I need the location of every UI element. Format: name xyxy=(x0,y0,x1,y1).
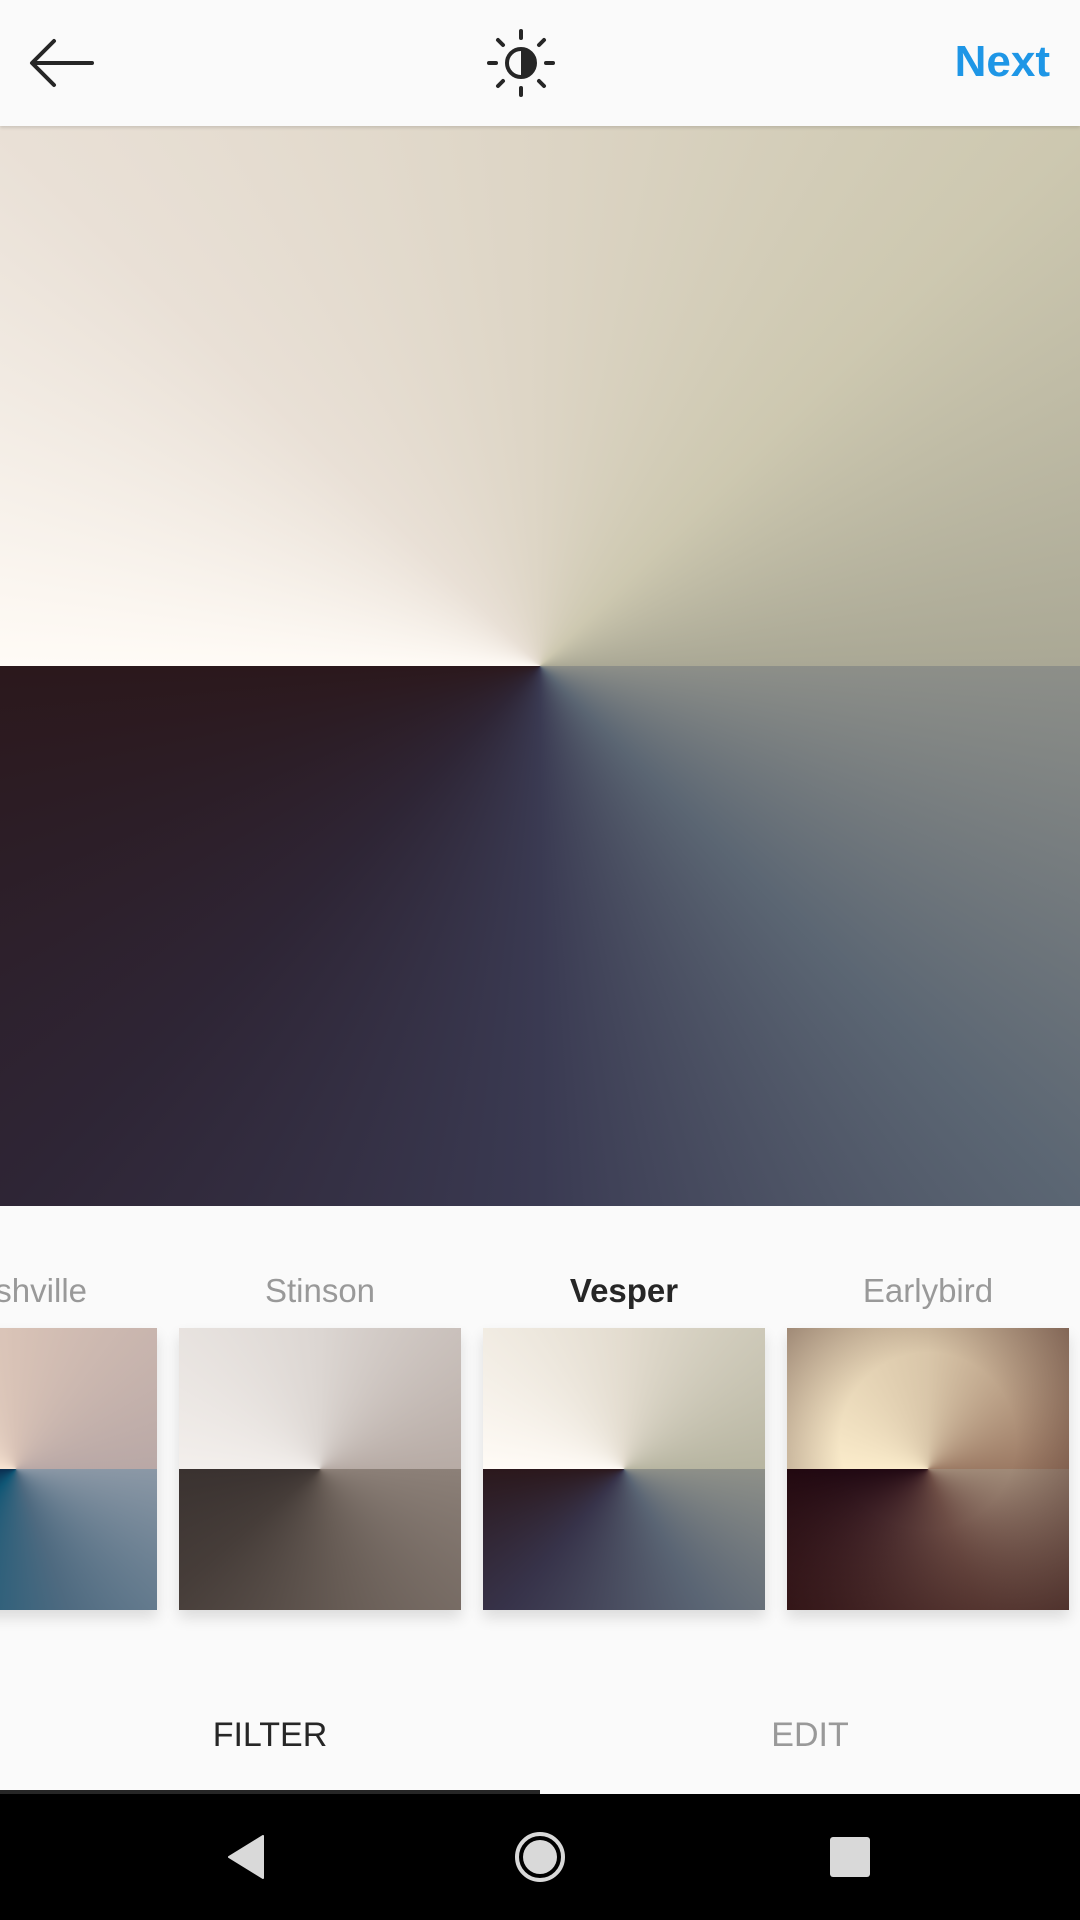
preview-image-bottom xyxy=(0,666,1080,1206)
triangle-back-icon xyxy=(228,1835,264,1879)
bottom-tab-bar: FILTER EDIT xyxy=(0,1676,1080,1794)
preview-image-top xyxy=(0,126,1080,666)
filter-label: Vesper xyxy=(569,1272,679,1309)
filter-thumbnail[interactable] xyxy=(483,1328,765,1610)
system-recents-button[interactable] xyxy=(817,1824,883,1890)
filter-thumbnail[interactable] xyxy=(179,1328,461,1610)
next-button[interactable]: Next xyxy=(955,34,1050,90)
lux-adjust-button[interactable] xyxy=(486,28,556,98)
system-home-button[interactable] xyxy=(507,1824,573,1890)
filter-thumbnail[interactable] xyxy=(0,1328,157,1610)
filter-carousel[interactable]: shville Stinson Vesper Earlybird xyxy=(0,1206,1080,1676)
square-recents-icon xyxy=(830,1837,870,1877)
filter-label: Stinson xyxy=(264,1272,376,1309)
top-app-bar: Next xyxy=(0,0,1080,126)
filter-label: Earlybird xyxy=(862,1272,994,1309)
circle-home-icon xyxy=(515,1832,565,1882)
filter-thumbnail[interactable] xyxy=(787,1328,1069,1610)
filter-label: shville xyxy=(0,1272,87,1309)
tab-edit[interactable]: EDIT xyxy=(540,1676,1080,1794)
system-navigation-bar xyxy=(0,1794,1080,1920)
arrow-left-icon xyxy=(30,39,94,87)
photo-preview xyxy=(0,126,1080,1206)
system-back-button[interactable] xyxy=(215,1824,281,1890)
brightness-contrast-icon xyxy=(487,29,555,97)
tab-filter[interactable]: FILTER xyxy=(0,1676,540,1794)
back-button[interactable] xyxy=(24,28,100,98)
